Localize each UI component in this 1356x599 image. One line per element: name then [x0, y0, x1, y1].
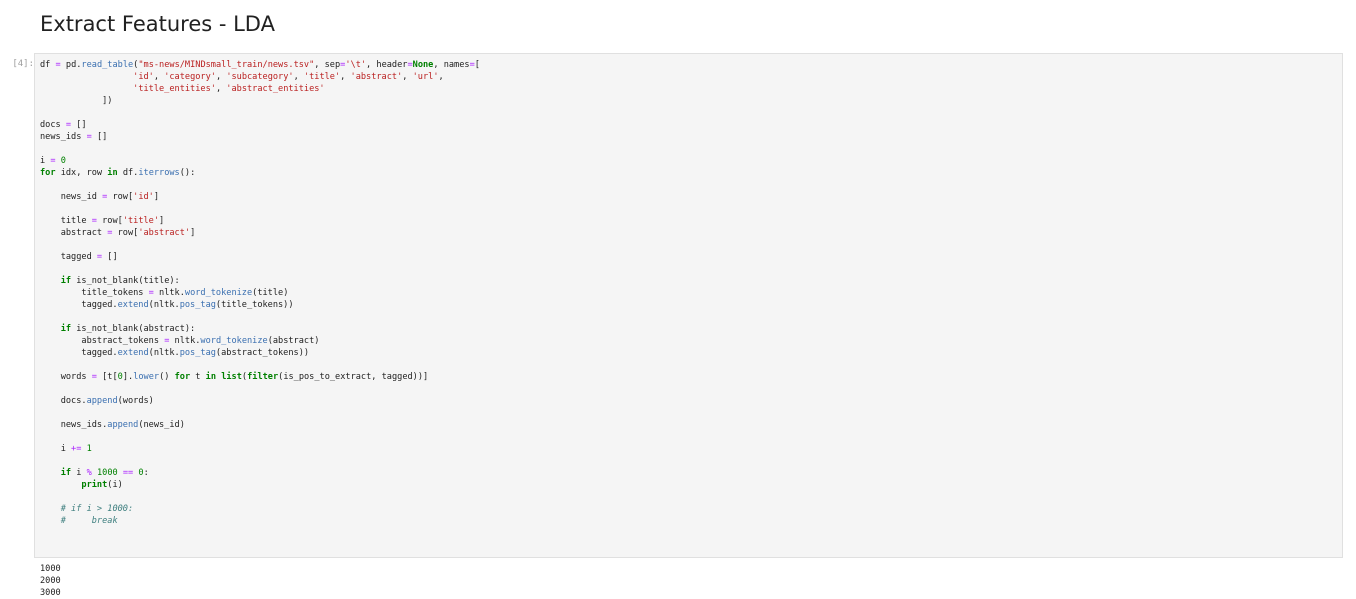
code-line: tagged.extend(nltk.pos_tag(abstract_toke… [40, 348, 310, 358]
code-line: if i % 1000 == 0: [60, 468, 149, 478]
code-line: ​ [40, 263, 480, 275]
code-line: news_ids = [] [40, 132, 108, 142]
code-line: ​ [40, 311, 480, 323]
code-line: if is_not_blank(title): [60, 276, 180, 286]
code-line: ​ [40, 179, 480, 191]
cell-execution-prompt: [4]: [12, 59, 34, 69]
code-line: # if i > 1000: [60, 504, 134, 514]
code-line: docs = [] [40, 120, 87, 130]
code-line: abstract_tokens = nltk.word_tokenize(abs… [40, 336, 320, 346]
code-line: ​ [40, 491, 480, 503]
code-line: docs.append(words) [40, 396, 154, 406]
code-line: news_ids.append(news_id) [40, 420, 185, 430]
code-line: 'id', 'category', 'subcategory', 'title'… [133, 72, 444, 82]
output-line: 1000 [40, 564, 61, 574]
code-line: ​ [40, 455, 480, 467]
code-cell-input[interactable]: df = pd.read_table("ms-news/MINDsmall_tr… [34, 53, 1343, 558]
code-line: df = pd.read_table("ms-news/MINDsmall_tr… [40, 60, 480, 70]
code-line: ​ [40, 203, 480, 215]
code-line: ​ [40, 431, 480, 443]
code-line: tagged = [] [40, 252, 118, 262]
code-line: ​ [40, 359, 480, 371]
code-line: words = [t[0].lower() for t in list(filt… [40, 372, 429, 382]
code-line: title_tokens = nltk.word_tokenize(title) [40, 288, 289, 298]
code-editor[interactable]: df = pd.read_table("ms-news/MINDsmall_tr… [40, 59, 480, 527]
code-line: abstract = row['abstract'] [40, 228, 196, 238]
code-line: 'title_entities', 'abstract_entities' [133, 84, 325, 94]
code-line: ​ [40, 407, 480, 419]
code-line: title = row['title'] [40, 216, 165, 226]
code-line: ​ [40, 239, 480, 251]
cell-output: 1000 2000 3000 [40, 563, 61, 599]
code-line: for idx, row in df.iterrows(): [40, 168, 196, 178]
code-line: if is_not_blank(abstract): [60, 324, 196, 334]
code-line: # break [60, 516, 118, 526]
code-line: news_id = row['id'] [40, 192, 160, 202]
code-line: print(i) [81, 480, 123, 490]
code-line: ​ [40, 107, 480, 119]
output-line: 3000 [40, 588, 61, 598]
code-line: ​ [40, 383, 480, 395]
code-line: ​ [40, 143, 480, 155]
code-line: ]) [40, 96, 113, 106]
code-line: i += 1 [40, 444, 92, 454]
code-line: tagged.extend(nltk.pos_tag(title_tokens)… [40, 300, 294, 310]
notebook-heading: Extract Features - LDA [40, 12, 275, 36]
code-line: i = 0 [40, 156, 66, 166]
output-line: 2000 [40, 576, 61, 586]
